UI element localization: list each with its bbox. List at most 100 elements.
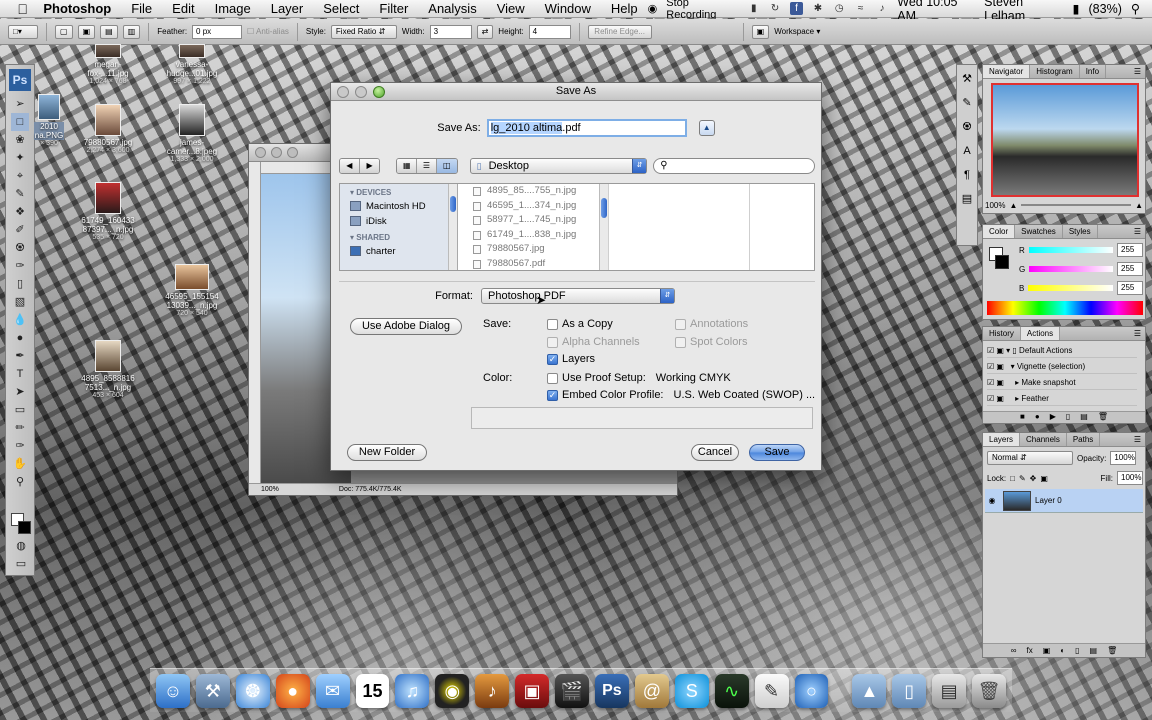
- type-tool-icon[interactable]: T: [11, 365, 29, 383]
- lock-pixels-icon[interactable]: ✎: [1019, 474, 1026, 483]
- blend-mode-select[interactable]: Normal ⇵: [987, 451, 1073, 465]
- wifi-icon[interactable]: ≈: [854, 2, 866, 15]
- trash-icon[interactable]: 🗑: [972, 674, 1007, 708]
- location-select[interactable]: ▯ Desktop ⇵: [469, 158, 648, 174]
- dialog-minimize-button[interactable]: [355, 86, 367, 98]
- paragraph-icon[interactable]: ¶: [957, 165, 977, 185]
- bluetooth-icon[interactable]: ✱: [812, 2, 824, 15]
- downloads-stack-icon[interactable]: ▤: [932, 674, 967, 708]
- sidebar-item-idisk[interactable]: iDisk: [340, 214, 457, 229]
- documents-folder-icon[interactable]: ▯: [892, 674, 927, 708]
- sidebar-item-charter[interactable]: charter: [340, 244, 457, 259]
- menu-help[interactable]: Help: [601, 1, 648, 16]
- list-item[interactable]: 4895_85....755_n.jpg: [459, 184, 608, 199]
- layers-checkbox[interactable]: ✓ Layers: [547, 353, 595, 365]
- eye-icon[interactable]: ◉: [985, 496, 999, 505]
- desktop-icon[interactable]: 2010 na.PNG × 390: [34, 94, 64, 147]
- gradient-tool-icon[interactable]: ▧: [11, 293, 29, 311]
- zoom-in-icon[interactable]: ▲: [1135, 201, 1143, 210]
- background-color[interactable]: [18, 521, 31, 534]
- alpha-channels-checkbox[interactable]: Alpha Channels: [547, 336, 640, 348]
- menu-image[interactable]: Image: [205, 1, 261, 16]
- tab-histogram[interactable]: Histogram: [1030, 65, 1080, 78]
- list-item[interactable]: ☑ ▣ ▾ Vignette (selection): [987, 359, 1137, 374]
- panel-menu-icon[interactable]: ☰: [1134, 327, 1145, 340]
- play-icon[interactable]: ▶: [1050, 412, 1056, 423]
- new-selection-icon[interactable]: ▢: [55, 24, 73, 39]
- list-view-icon[interactable]: ☰: [417, 159, 437, 173]
- brushes-icon[interactable]: ✎: [957, 93, 977, 113]
- lasso-tool-icon[interactable]: ❀: [11, 131, 29, 149]
- list-item[interactable]: 58977_1....745_n.jpg: [459, 213, 608, 228]
- refine-edge-button[interactable]: Refine Edge...: [587, 24, 652, 39]
- network-icon[interactable]: ○: [794, 674, 829, 708]
- lock-all-icon[interactable]: ▣: [1040, 474, 1048, 483]
- clone-source-icon[interactable]: ♼: [957, 117, 977, 137]
- pen-tool-icon[interactable]: ✒: [11, 347, 29, 365]
- menu-select[interactable]: Select: [313, 1, 369, 16]
- history-brush-icon[interactable]: ✑: [11, 257, 29, 275]
- script-icon[interactable]: ▮: [748, 2, 760, 15]
- list-item[interactable]: 61749_1....838_n.jpg: [459, 228, 608, 243]
- zoom-slider[interactable]: [1021, 204, 1132, 206]
- column-view-icon[interactable]: ◫: [436, 159, 457, 173]
- record-icon[interactable]: ●: [1035, 412, 1040, 423]
- menu-photoshop[interactable]: Photoshop: [33, 1, 121, 16]
- link-layers-icon[interactable]: ∞: [1011, 646, 1017, 655]
- blur-tool-icon[interactable]: 💧: [11, 311, 29, 329]
- tab-navigator[interactable]: Navigator: [983, 65, 1031, 78]
- desktop-icon[interactable]: 61749_160433 87397..._n.jpg 535 × 720: [68, 182, 148, 241]
- feather-input[interactable]: 0 px: [192, 24, 243, 39]
- zoom-tool-icon[interactable]: ⚲: [11, 473, 29, 491]
- layer-name[interactable]: Layer 0: [1035, 496, 1062, 505]
- apple-menu-icon[interactable]: : [12, 1, 33, 17]
- tab-history[interactable]: History: [983, 327, 1021, 340]
- swap-dimensions-icon[interactable]: ⇄: [476, 24, 494, 39]
- workspace-menu[interactable]: Workspace ▾: [774, 27, 820, 36]
- scrollbar-thumb[interactable]: [450, 196, 456, 212]
- dodge-tool-icon[interactable]: ●: [11, 329, 29, 347]
- skype-icon[interactable]: S: [674, 674, 709, 708]
- notes-tool-icon[interactable]: ✏: [11, 419, 29, 437]
- cancel-button[interactable]: Cancel: [691, 444, 739, 461]
- zoom-window-button[interactable]: [287, 147, 298, 158]
- fill-input[interactable]: 100%: [1117, 471, 1143, 485]
- style-select[interactable]: Fixed Ratio ⇵: [330, 24, 397, 39]
- list-item[interactable]: ☑ ▣ ▸ Feather: [987, 391, 1137, 406]
- r-value[interactable]: 255: [1117, 243, 1143, 257]
- scrollbar-thumb[interactable]: [601, 198, 607, 218]
- layer-mask-icon[interactable]: ▣: [1043, 646, 1051, 655]
- menu-window[interactable]: Window: [535, 1, 601, 16]
- ical-icon[interactable]: 15: [355, 674, 390, 708]
- slice-tool-icon[interactable]: ✎: [11, 185, 29, 203]
- menu-layer[interactable]: Layer: [261, 1, 314, 16]
- list-item[interactable]: ☑ ▣ ▸ Make snapshot: [987, 375, 1137, 390]
- zoom-out-icon[interactable]: ▲: [1009, 201, 1017, 210]
- eraser-tool-icon[interactable]: ▯: [11, 275, 29, 293]
- r-slider[interactable]: [1028, 247, 1113, 253]
- shape-tool-icon[interactable]: ▭: [11, 401, 29, 419]
- safari-icon[interactable]: ❂: [235, 674, 270, 708]
- ichat-icon[interactable]: ✉: [315, 674, 350, 708]
- photo-booth-icon[interactable]: ▣: [515, 674, 550, 708]
- desktop-icon[interactable]: 4895_8588816 7513..._n.jpg 453 × 604: [68, 340, 148, 399]
- color-spectrum[interactable]: [987, 301, 1143, 315]
- color-swatches[interactable]: [11, 513, 31, 535]
- back-arrow-icon[interactable]: ◀: [340, 159, 360, 173]
- list-item[interactable]: ☑ ▣ ▾ ▯ Default Actions: [987, 343, 1137, 358]
- menu-edit[interactable]: Edit: [162, 1, 204, 16]
- screen-mode-icon[interactable]: ▭: [11, 555, 31, 573]
- tab-swatches[interactable]: Swatches: [1015, 225, 1063, 238]
- list-item[interactable]: 46595_1....374_n.jpg: [459, 199, 608, 214]
- anti-alias-checkbox[interactable]: ☐ Anti-alias: [247, 27, 289, 36]
- marquee-tool-preset-icon[interactable]: □▾: [8, 24, 38, 39]
- g-slider[interactable]: [1029, 266, 1113, 272]
- save-button[interactable]: Save: [749, 444, 805, 461]
- opacity-input[interactable]: 100%: [1110, 451, 1137, 465]
- list-item[interactable]: 79880567.jpg: [459, 242, 608, 257]
- finder-icon[interactable]: ☺: [156, 674, 190, 708]
- forward-arrow-icon[interactable]: ▶: [359, 159, 380, 173]
- as-a-copy-checkbox[interactable]: As a Copy: [547, 318, 613, 330]
- layer-style-icon[interactable]: fx: [1026, 646, 1032, 655]
- use-proof-setup-checkbox[interactable]: Use Proof Setup: Working CMYK: [547, 372, 731, 384]
